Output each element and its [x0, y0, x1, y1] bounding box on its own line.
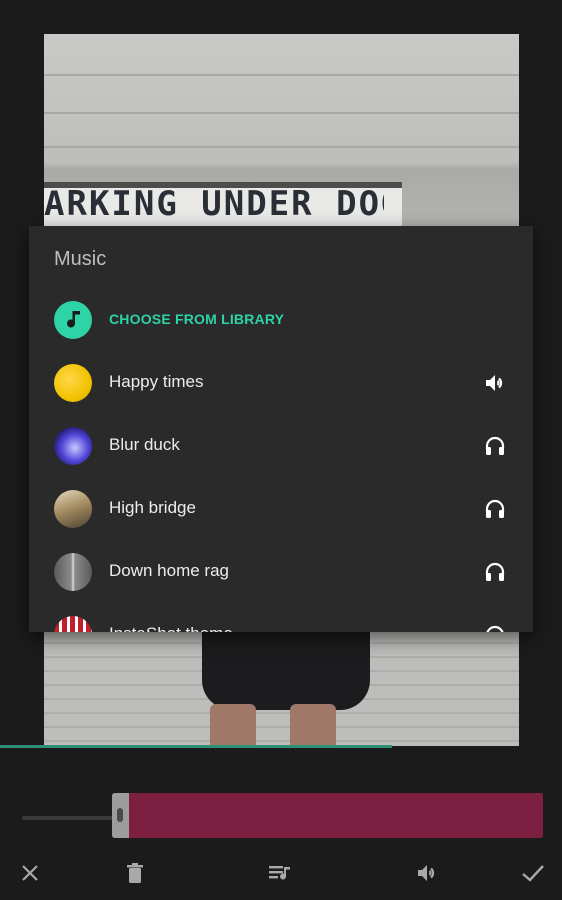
track-thumbnail [54, 616, 92, 632]
track-label: Blur duck [109, 435, 180, 454]
track-thumbnail [54, 553, 92, 591]
sign-text: ARKING UNDER DOOR [44, 184, 384, 224]
headphones-icon[interactable] [483, 434, 507, 458]
track-label: High bridge [109, 498, 196, 517]
track-item-happy-times[interactable]: Happy times [29, 352, 533, 415]
timeline-track [22, 816, 114, 820]
dialog-title: Music [54, 248, 107, 270]
library-label: CHOOSE FROM LIBRARY [109, 311, 285, 327]
track-item-blur-duck[interactable]: Blur duck [29, 415, 533, 478]
track-item-down-home-rag[interactable]: Down home rag [29, 541, 533, 604]
person-leg [290, 704, 336, 746]
choose-from-library-item[interactable]: CHOOSE FROM LIBRARY [29, 289, 533, 352]
track-item-high-bridge[interactable]: High bridge [29, 478, 533, 541]
track-thumbnail [54, 364, 92, 402]
track-label: Happy times [109, 372, 204, 391]
close-icon[interactable] [15, 858, 45, 888]
brick-line [44, 146, 519, 148]
track-thumbnail [54, 490, 92, 528]
trash-icon[interactable] [120, 858, 150, 888]
person-shorts [202, 630, 370, 710]
clip-trim-handle[interactable] [112, 793, 129, 838]
person-leg [210, 704, 256, 746]
playback-progress [0, 745, 392, 748]
brick-line [44, 112, 519, 114]
volume-icon[interactable] [412, 858, 442, 888]
volume-icon[interactable] [483, 371, 507, 395]
music-dialog: Music CHOOSE FROM LIBRARY Happy times Bl… [29, 226, 533, 632]
music-note-icon [54, 301, 92, 339]
headphones-icon[interactable] [483, 623, 507, 632]
music-clip[interactable] [112, 793, 543, 838]
check-icon[interactable] [518, 858, 548, 888]
headphones-icon[interactable] [483, 560, 507, 584]
track-item-instashot-theme[interactable]: InstaShot theme [29, 604, 533, 632]
track-label: InstaShot theme [109, 624, 233, 632]
brick-line [44, 74, 519, 76]
track-thumbnail [54, 427, 92, 465]
headphones-icon[interactable] [483, 497, 507, 521]
track-label: Down home rag [109, 561, 230, 580]
playlist-icon[interactable] [265, 858, 295, 888]
handle-grip-icon [117, 808, 123, 822]
